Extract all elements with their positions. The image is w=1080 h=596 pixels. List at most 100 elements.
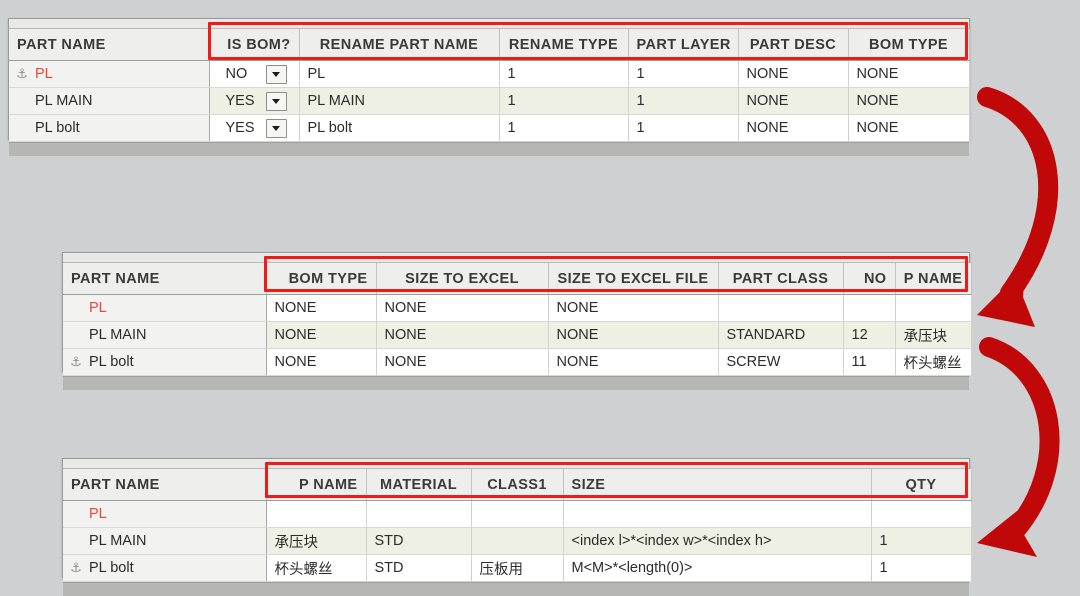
cell-bom-type[interactable]: NONE	[266, 321, 377, 349]
cell-p-name[interactable]: 杯头螺丝	[266, 554, 367, 582]
table-row[interactable]: ⚓ PL bolt NONE NONE NONE SCREW 11 杯头螺丝	[63, 348, 972, 376]
table-row[interactable]: PL NONE NONE NONE	[63, 294, 972, 322]
cell-part-class[interactable]	[718, 294, 844, 322]
cell-rename-part-name[interactable]: PL MAIN	[299, 87, 500, 115]
cell-part-name[interactable]: PL MAIN	[63, 321, 267, 349]
cell-no[interactable]: 12	[843, 321, 896, 349]
col-header-p-name[interactable]: P NAME	[895, 263, 972, 295]
cell-rename-type[interactable]: 1	[499, 60, 629, 88]
cell-no[interactable]: 11	[843, 348, 896, 376]
cell-bom-type[interactable]: NONE	[848, 60, 970, 88]
chevron-down-icon[interactable]	[265, 91, 287, 111]
cell-size-to-excel[interactable]: NONE	[376, 294, 549, 322]
cell-class1[interactable]	[471, 527, 564, 555]
cell-rename-part-name[interactable]: PL bolt	[299, 114, 500, 142]
cell-qty[interactable]: 1	[871, 527, 972, 555]
cell-is-bom[interactable]: NO	[209, 60, 300, 88]
col-header-size-to-excel[interactable]: SIZE TO EXCEL	[376, 263, 549, 295]
cell-class1[interactable]: 压板用	[471, 554, 564, 582]
cell-no[interactable]	[843, 294, 896, 322]
table-row[interactable]: ⚓ PL NO PL 1 1 NONE NONE	[9, 60, 970, 88]
table-row[interactable]: PL bolt YES PL bolt 1 1 NONE NONE	[9, 114, 970, 142]
cell-p-name[interactable]	[895, 294, 972, 322]
chevron-down-icon[interactable]	[265, 64, 287, 84]
table-row[interactable]: PL MAIN 承压块 STD <index l>*<index w>*<ind…	[63, 527, 972, 555]
cell-part-desc[interactable]: NONE	[738, 87, 849, 115]
col-header-qty[interactable]: QTY	[871, 469, 972, 501]
table-row[interactable]: PL MAIN NONE NONE NONE STANDARD 12 承压块	[63, 321, 972, 349]
col-header-size-to-excel-file[interactable]: SIZE TO EXCEL FILE	[548, 263, 719, 295]
cell-bom-type[interactable]: NONE	[266, 348, 377, 376]
cell-part-name[interactable]: ⚓ PL bolt	[63, 554, 267, 582]
part-attributes-table[interactable]: PART NAME IS BOM? RENAME PART NAME RENAM…	[8, 18, 970, 156]
bom-size-table[interactable]: PART NAME BOM TYPE SIZE TO EXCEL SIZE TO…	[62, 252, 972, 390]
cell-p-name[interactable]: 杯头螺丝	[895, 348, 972, 376]
cell-size-to-excel[interactable]: NONE	[376, 321, 549, 349]
cell-rename-part-name[interactable]: PL	[299, 60, 500, 88]
col-header-material[interactable]: MATERIAL	[366, 469, 472, 501]
cell-class1[interactable]	[471, 500, 564, 528]
col-header-class1[interactable]: CLASS1	[471, 469, 564, 501]
cell-part-name[interactable]: ⚓ PL bolt	[63, 348, 267, 376]
cell-rename-type[interactable]: 1	[499, 87, 629, 115]
cell-part-layer[interactable]: 1	[628, 60, 739, 88]
cell-size-to-excel[interactable]: NONE	[376, 348, 549, 376]
cell-material[interactable]	[366, 500, 472, 528]
table-row[interactable]: PL MAIN YES PL MAIN 1 1 NONE NONE	[9, 87, 970, 115]
cell-is-bom[interactable]: YES	[209, 114, 300, 142]
col-header-size[interactable]: SIZE	[563, 469, 872, 501]
cell-p-name[interactable]: 承压块	[895, 321, 972, 349]
cell-size-to-excel-file[interactable]: NONE	[548, 294, 719, 322]
cell-part-name[interactable]: ⚓ PL	[9, 60, 210, 88]
col-header-part-name[interactable]: PART NAME	[63, 263, 267, 295]
col-header-is-bom[interactable]: IS BOM?	[209, 29, 300, 61]
horizontal-scrollbar[interactable]	[9, 142, 969, 156]
cell-p-name[interactable]: 承压块	[266, 527, 367, 555]
table-row[interactable]: PL	[63, 500, 972, 528]
col-header-part-layer[interactable]: PART LAYER	[628, 29, 739, 61]
cell-part-layer[interactable]: 1	[628, 87, 739, 115]
cell-part-desc[interactable]: NONE	[738, 114, 849, 142]
cell-p-name[interactable]	[266, 500, 367, 528]
horizontal-scrollbar[interactable]	[63, 582, 969, 596]
col-header-rename-type[interactable]: RENAME TYPE	[499, 29, 629, 61]
cell-material[interactable]: STD	[366, 554, 472, 582]
col-header-no[interactable]: NO	[843, 263, 896, 295]
cell-qty[interactable]: 1	[871, 554, 972, 582]
col-header-part-name[interactable]: PART NAME	[9, 29, 210, 61]
cell-size[interactable]: <index l>*<index w>*<index h>	[563, 527, 872, 555]
horizontal-scrollbar[interactable]	[63, 376, 969, 390]
col-header-part-desc[interactable]: PART DESC	[738, 29, 849, 61]
cell-part-name[interactable]: PL	[63, 500, 267, 528]
cell-qty[interactable]	[871, 500, 972, 528]
cell-part-name[interactable]: PL MAIN	[9, 87, 210, 115]
cell-size-to-excel-file[interactable]: NONE	[548, 348, 719, 376]
cell-part-name-text: PL	[35, 66, 53, 82]
cell-part-name[interactable]: PL MAIN	[63, 527, 267, 555]
cell-bom-type[interactable]: NONE	[266, 294, 377, 322]
col-header-part-name[interactable]: PART NAME	[63, 469, 267, 501]
cell-size-to-excel-file[interactable]: NONE	[548, 321, 719, 349]
bom-detail-table[interactable]: PART NAME P NAME MATERIAL CLASS1 SIZE QT…	[62, 458, 972, 596]
cell-is-bom[interactable]: YES	[209, 87, 300, 115]
cell-part-name-text: PL MAIN	[35, 93, 93, 109]
cell-size[interactable]: M<M>*<length(0)>	[563, 554, 872, 582]
col-header-bom-type[interactable]: BOM TYPE	[848, 29, 970, 61]
cell-part-class[interactable]: SCREW	[718, 348, 844, 376]
cell-part-name[interactable]: PL bolt	[9, 114, 210, 142]
col-header-part-class[interactable]: PART CLASS	[718, 263, 844, 295]
cell-size[interactable]	[563, 500, 872, 528]
col-header-p-name[interactable]: P NAME	[266, 469, 367, 501]
cell-part-desc[interactable]: NONE	[738, 60, 849, 88]
cell-part-class[interactable]: STANDARD	[718, 321, 844, 349]
cell-bom-type[interactable]: NONE	[848, 87, 970, 115]
cell-part-layer[interactable]: 1	[628, 114, 739, 142]
chevron-down-icon[interactable]	[265, 118, 287, 138]
cell-material[interactable]: STD	[366, 527, 472, 555]
cell-part-name[interactable]: PL	[63, 294, 267, 322]
table-row[interactable]: ⚓ PL bolt 杯头螺丝 STD 压板用 M<M>*<length(0)> …	[63, 554, 972, 582]
col-header-bom-type[interactable]: BOM TYPE	[266, 263, 377, 295]
cell-rename-type[interactable]: 1	[499, 114, 629, 142]
col-header-rename-part-name[interactable]: RENAME PART NAME	[299, 29, 500, 61]
cell-bom-type[interactable]: NONE	[848, 114, 970, 142]
